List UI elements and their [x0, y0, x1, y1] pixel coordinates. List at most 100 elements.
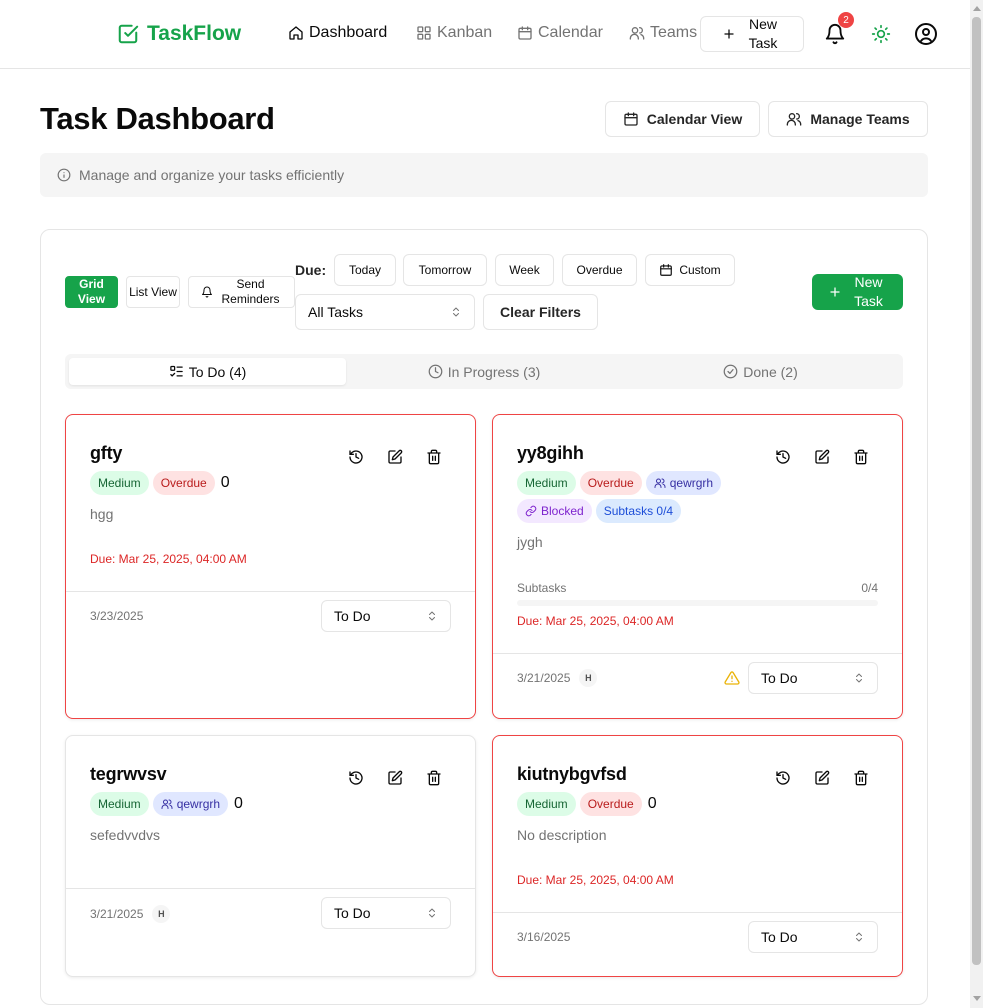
tab-todo-label: To Do (4) [188, 363, 247, 380]
task-badges: Medium Overdue 0 [90, 471, 430, 495]
task-card[interactable]: gfty Medium Overdue 0 hgg Due: Mar 25, 2… [65, 414, 476, 719]
due-today-button[interactable]: Today [334, 254, 396, 286]
task-created-date: 3/21/2025 H [90, 905, 171, 923]
nav-dashboard[interactable]: Dashboard [288, 24, 387, 42]
task-status-select[interactable]: To Do [321, 897, 451, 929]
task-status-select[interactable]: To Do [748, 662, 878, 694]
due-tomorrow-button[interactable]: Tomorrow [403, 254, 487, 286]
send-reminders-button[interactable]: Send Reminders [188, 276, 295, 308]
profile-button[interactable] [912, 20, 940, 48]
nav-dashboard-label: Dashboard [309, 24, 388, 41]
edit-icon[interactable] [812, 447, 832, 467]
trash-icon[interactable] [851, 768, 871, 788]
nav-calendar[interactable]: Calendar [517, 24, 603, 42]
page-title: Task Dashboard [40, 101, 275, 136]
task-status-value: To Do [334, 608, 371, 624]
task-description: No description [517, 827, 607, 843]
task-description: jygh [517, 534, 543, 550]
send-reminders-label: Send Reminders [221, 277, 280, 306]
due-overdue-button[interactable]: Overdue [562, 254, 637, 286]
nav-kanban[interactable]: Kanban [416, 24, 492, 42]
assignee-avatar: H [579, 669, 598, 687]
scroll-up-arrow[interactable] [973, 6, 981, 11]
notification-count-badge: 2 [838, 12, 854, 28]
overdue-badge: Overdue [152, 471, 215, 495]
history-icon[interactable] [346, 768, 366, 788]
home-icon [288, 25, 304, 41]
due-filter-label: Due: [295, 262, 327, 278]
task-badges: Medium qewrgrh 0 [90, 792, 430, 816]
theme-toggle-button[interactable] [867, 20, 895, 48]
task-description: sefedvvdvs [90, 827, 161, 843]
team-name: qewrgrh [176, 797, 221, 811]
history-icon[interactable] [773, 447, 793, 467]
edit-icon[interactable] [385, 447, 405, 467]
blocked-badge: Blocked [517, 499, 592, 523]
plus-icon [723, 28, 735, 40]
plus-icon [829, 286, 841, 298]
task-status-value: To Do [761, 670, 798, 686]
task-badges: Medium Overdue 0 [517, 792, 857, 816]
new-task-button[interactable]: New Task [812, 274, 903, 310]
card-divider [493, 912, 902, 913]
info-text: Manage and organize your tasks efficient… [79, 167, 345, 183]
task-actions [773, 768, 871, 788]
calendar-view-label: Calendar View [646, 111, 743, 127]
bell-icon [201, 286, 213, 298]
clear-filters-button[interactable]: Clear Filters [483, 294, 598, 330]
status-tabs: To Do (4) In Progress (3) Done (2) [65, 354, 903, 389]
task-card[interactable]: kiutnybgvfsd Medium Overdue 0 No descrip… [492, 735, 903, 977]
subtasks-count: 0/4 [861, 581, 878, 595]
priority-badge: Medium [517, 792, 576, 816]
app-logo[interactable]: TaskFlow [117, 22, 241, 46]
task-card[interactable]: yy8gihh Medium Overdue qewrgrh Blocked S… [492, 414, 903, 719]
list-view-button[interactable]: List View [126, 276, 180, 308]
trash-icon[interactable] [424, 447, 444, 467]
nav-teams-label: Teams [650, 24, 698, 41]
due-custom-button[interactable]: Custom [645, 254, 735, 286]
grid-view-button[interactable]: Grid View [65, 276, 118, 308]
task-status-value: To Do [761, 929, 798, 945]
assignee-avatar: H [152, 905, 171, 923]
task-badges: Medium Overdue qewrgrh Blocked Subtasks … [517, 471, 777, 523]
task-actions [346, 768, 444, 788]
tab-todo[interactable]: To Do (4) [69, 358, 346, 385]
card-divider [493, 653, 902, 654]
tab-in-progress[interactable]: In Progress (3) [348, 358, 620, 385]
users-icon [786, 111, 802, 127]
subtasks-progress-bar [517, 600, 878, 606]
info-banner: Manage and organize your tasks efficient… [40, 153, 928, 197]
scroll-down-arrow[interactable] [973, 996, 981, 1001]
task-created-date: 3/21/2025 H [517, 669, 598, 687]
manage-teams-button[interactable]: Manage Teams [768, 101, 928, 137]
due-week-button[interactable]: Week [495, 254, 554, 286]
nav-new-task-button[interactable]: New Task [700, 16, 804, 52]
task-description: hgg [90, 506, 114, 522]
task-filter-select[interactable]: All Tasks [295, 294, 475, 330]
scroll-thumb[interactable] [972, 17, 981, 965]
priority-badge: Medium [90, 471, 149, 495]
sun-icon [871, 24, 891, 44]
trash-icon[interactable] [851, 447, 871, 467]
task-status-select[interactable]: To Do [321, 600, 451, 632]
edit-icon[interactable] [385, 768, 405, 788]
history-icon[interactable] [773, 768, 793, 788]
task-status-select[interactable]: To Do [748, 921, 878, 953]
trash-icon[interactable] [424, 768, 444, 788]
history-icon[interactable] [346, 447, 366, 467]
calendar-icon [623, 111, 639, 127]
task-card[interactable]: tegrwvsv Medium qewrgrh 0 sefedvvdvs 3/2… [65, 735, 476, 977]
edit-icon[interactable] [812, 768, 832, 788]
task-date-text: 3/16/2025 [517, 930, 571, 944]
task-title: tegrwvsv [90, 764, 167, 784]
task-date-text: 3/21/2025 [90, 907, 144, 921]
list-todo-icon [169, 364, 184, 379]
card-divider [66, 591, 475, 592]
tab-done[interactable]: Done (2) [622, 358, 899, 385]
task-date-text: 3/21/2025 [517, 671, 571, 685]
page-scrollbar[interactable] [970, 0, 983, 1008]
chevrons-up-down-icon [426, 907, 438, 919]
calendar-view-button[interactable]: Calendar View [605, 101, 760, 137]
card-divider [66, 888, 475, 889]
nav-teams[interactable]: Teams [629, 24, 697, 42]
